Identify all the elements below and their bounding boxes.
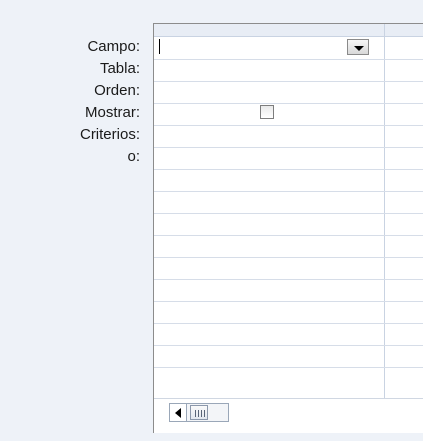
- grid-row-line: [154, 125, 423, 126]
- scrollbar-thumb[interactable]: [190, 405, 208, 420]
- row-label-field: Campo:: [87, 38, 140, 55]
- grid-row-line: [154, 367, 423, 368]
- grid-row-line: [154, 103, 423, 104]
- row-labels: Campo: Tabla: Orden: Mostrar: Criterios:…: [0, 36, 142, 168]
- grip-line: [195, 410, 196, 417]
- grid-row-line: [154, 169, 423, 170]
- grid-row-line: [154, 81, 423, 82]
- grid-row-line: [154, 257, 423, 258]
- row-label-criteria: Criterios:: [79, 126, 140, 143]
- grid-row-line: [154, 191, 423, 192]
- row-label-table: Tabla:: [99, 60, 140, 77]
- grid-row-line: [154, 323, 423, 324]
- horizontal-scrollbar[interactable]: [154, 398, 423, 433]
- column-selector-bar[interactable]: [154, 24, 423, 37]
- design-grid: [153, 23, 423, 433]
- field-dropdown-button[interactable]: [347, 39, 369, 55]
- row-label-or: o:: [127, 148, 140, 165]
- grip-line: [201, 410, 202, 417]
- grid-row-line: [154, 279, 423, 280]
- grid-row-line: [154, 59, 423, 60]
- grid-row-line: [154, 147, 423, 148]
- text-caret: [159, 39, 160, 54]
- grid-row-line: [154, 345, 423, 346]
- grid-row-line: [154, 301, 423, 302]
- grid-row-line: [154, 213, 423, 214]
- grip-line: [204, 410, 205, 417]
- row-label-sort: Orden:: [94, 82, 140, 99]
- query-design-grid-panel: Campo: Tabla: Orden: Mostrar: Criterios:…: [0, 0, 423, 441]
- show-checkbox[interactable]: [260, 105, 274, 119]
- scroll-left-arrow-icon[interactable]: [169, 403, 187, 422]
- grip-line: [198, 410, 199, 417]
- grid-row-line: [154, 235, 423, 236]
- row-label-show: Mostrar:: [84, 104, 140, 121]
